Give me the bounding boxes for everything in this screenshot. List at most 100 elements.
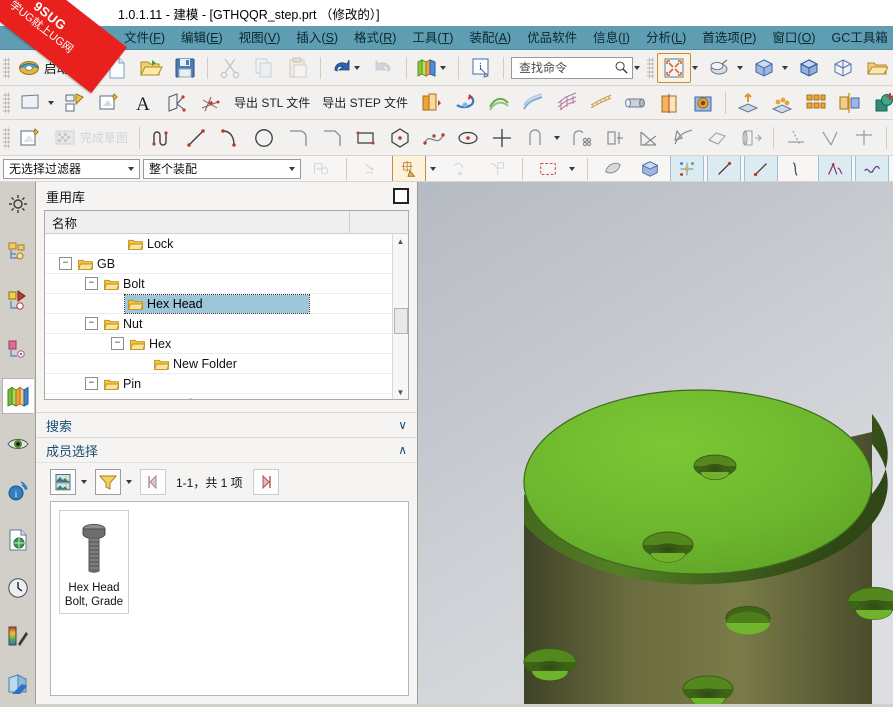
ellipse-button[interactable] — [451, 123, 485, 153]
quick-extend-button[interactable] — [813, 123, 847, 153]
select-general-objects-button[interactable] — [304, 156, 338, 181]
tree-item-3[interactable]: Hex Head — [45, 293, 392, 314]
datum-plane-button[interactable] — [58, 88, 92, 118]
sidebar-item-roles[interactable] — [2, 426, 34, 462]
tree-item-8[interactable]: Tapered — [45, 394, 392, 400]
menu-item-4[interactable]: 格式(R) — [346, 26, 404, 50]
offset-curve-button[interactable] — [519, 123, 553, 153]
make-corner-button[interactable] — [847, 123, 881, 153]
selection-scope-dropdown[interactable]: 整个装配 — [143, 158, 301, 179]
studio-spline-button[interactable] — [417, 123, 451, 153]
intersection-point-button[interactable] — [632, 123, 666, 153]
menu-item-12[interactable]: GC工具箱 — [824, 26, 893, 50]
member-card[interactable]: Hex Head Bolt, Grade — [59, 510, 129, 614]
cut-button[interactable] — [213, 53, 247, 83]
sidebar-item-hd3d-tools[interactable]: i — [2, 474, 34, 510]
extrude-button[interactable] — [414, 88, 448, 118]
menu-item-10[interactable]: 首选项(P) — [694, 26, 764, 50]
sweep-button[interactable] — [482, 88, 516, 118]
sidebar-item-part-navigator[interactable] — [2, 282, 34, 318]
tree-item-1[interactable]: − GB — [45, 254, 392, 274]
sketch-circle-button[interactable] — [247, 123, 281, 153]
zoom-view-button[interactable] — [702, 53, 736, 83]
chevron-down-icon[interactable] — [692, 65, 699, 70]
quick-trim-button[interactable] — [779, 123, 813, 153]
tree-item-7[interactable]: − Pin — [45, 374, 392, 394]
tree-collapse-toggle[interactable]: − — [85, 277, 98, 290]
tree-item-2[interactable]: − Bolt — [45, 274, 392, 294]
toolbar-grip[interactable] — [3, 91, 10, 114]
select-edges-button[interactable] — [707, 156, 741, 181]
select-spline-button[interactable] — [781, 156, 815, 181]
tree-item-4[interactable]: − Nut — [45, 314, 392, 334]
menu-item-7[interactable]: 优品软件 — [519, 26, 585, 50]
sketch-in-task-button[interactable] — [13, 123, 47, 153]
scroll-up-arrow-icon[interactable]: ▲ — [397, 234, 405, 248]
tree-collapse-toggle[interactable]: − — [111, 337, 124, 350]
chevron-down-icon[interactable] — [81, 480, 87, 484]
select-faces-button[interactable] — [596, 156, 630, 181]
member-select-header[interactable]: 成员选择 ∧ — [36, 438, 417, 463]
selection-filter-dropdown[interactable]: 无选择过滤器 — [3, 158, 140, 179]
mirror-curve-button[interactable] — [598, 123, 632, 153]
shaded-with-edges-button[interactable] — [792, 53, 826, 83]
project-curve-button[interactable] — [666, 123, 700, 153]
sidebar-item-constraint-navigator[interactable] — [2, 234, 34, 270]
pattern-feature-button[interactable] — [799, 88, 833, 118]
search-options-chevron-icon[interactable] — [634, 65, 641, 70]
filter-button[interactable] — [95, 469, 121, 495]
select-bodies-button[interactable] — [633, 156, 667, 181]
datum-axis-button[interactable] — [160, 88, 194, 118]
shaded-view-button[interactable] — [747, 53, 781, 83]
chevron-down-icon[interactable] — [123, 166, 139, 171]
snap-endpoint-button[interactable] — [443, 156, 477, 181]
menu-item-2[interactable]: 视图(V) — [231, 26, 289, 50]
sidebar-item-system-scene[interactable] — [2, 666, 34, 702]
chevron-down-icon[interactable] — [284, 166, 300, 171]
rectangle-button[interactable] — [349, 123, 383, 153]
command-search-box[interactable] — [511, 56, 634, 79]
toolbar-grip[interactable] — [3, 126, 10, 149]
fillet-button[interactable] — [281, 123, 315, 153]
first-page-button[interactable] — [140, 469, 166, 495]
tree-vertical-scrollbar[interactable]: ▲ ▼ — [392, 234, 408, 399]
ruled-surface-button[interactable] — [584, 88, 618, 118]
tube-button[interactable] — [618, 88, 652, 118]
polygon-button[interactable] — [383, 123, 417, 153]
copy-button[interactable] — [247, 53, 281, 83]
sketch-line-button[interactable] — [179, 123, 213, 153]
datum-point-button[interactable] — [194, 88, 228, 118]
draft-button[interactable] — [652, 88, 686, 118]
scroll-down-arrow-icon[interactable]: ▼ — [397, 385, 405, 399]
select-sketch-button[interactable] — [818, 156, 852, 181]
sidebar-item-assembly-navigator[interactable] — [2, 186, 34, 222]
chevron-down-icon[interactable] — [440, 65, 447, 70]
export-stl-button[interactable]: 导出 STL 文件 — [228, 88, 316, 118]
chevron-down-icon[interactable] — [48, 100, 54, 105]
sketch-arc-button[interactable] — [213, 123, 247, 153]
tree-item-6[interactable]: New Folder — [45, 354, 392, 374]
mesh-surface-button[interactable] — [550, 88, 584, 118]
sketch-button[interactable] — [13, 88, 47, 118]
sketch-profile-button[interactable] — [145, 123, 179, 153]
search-section-header[interactable]: 搜索 ∨ — [36, 412, 417, 438]
pattern-curve-button[interactable] — [564, 123, 598, 153]
menu-item-1[interactable]: 编辑(E) — [173, 26, 231, 50]
tree-collapse-toggle[interactable]: − — [85, 377, 98, 390]
sketch-point-button[interactable] — [485, 123, 519, 153]
export-step-button[interactable]: 导出 STEP 文件 — [316, 88, 414, 118]
redo-button[interactable] — [367, 53, 401, 83]
move-face-button[interactable] — [731, 88, 765, 118]
snap-control-point-button[interactable] — [480, 156, 514, 181]
chevron-up-icon[interactable]: ∧ — [398, 443, 407, 457]
sidebar-item-reuse-library[interactable] — [1, 378, 34, 414]
menu-item-3[interactable]: 插入(S) — [288, 26, 346, 50]
chevron-down-icon[interactable] — [126, 480, 132, 484]
revolve-button[interactable] — [448, 88, 482, 118]
sidebar-item-reuse-library-tree[interactable] — [2, 330, 34, 366]
toolbar-grip[interactable] — [3, 56, 10, 79]
chevron-down-icon[interactable] — [354, 65, 361, 70]
finish-sketch-button[interactable]: 完成草图 — [47, 123, 134, 153]
wcs-display-button[interactable] — [670, 156, 704, 181]
chevron-down-icon[interactable] — [430, 166, 436, 171]
